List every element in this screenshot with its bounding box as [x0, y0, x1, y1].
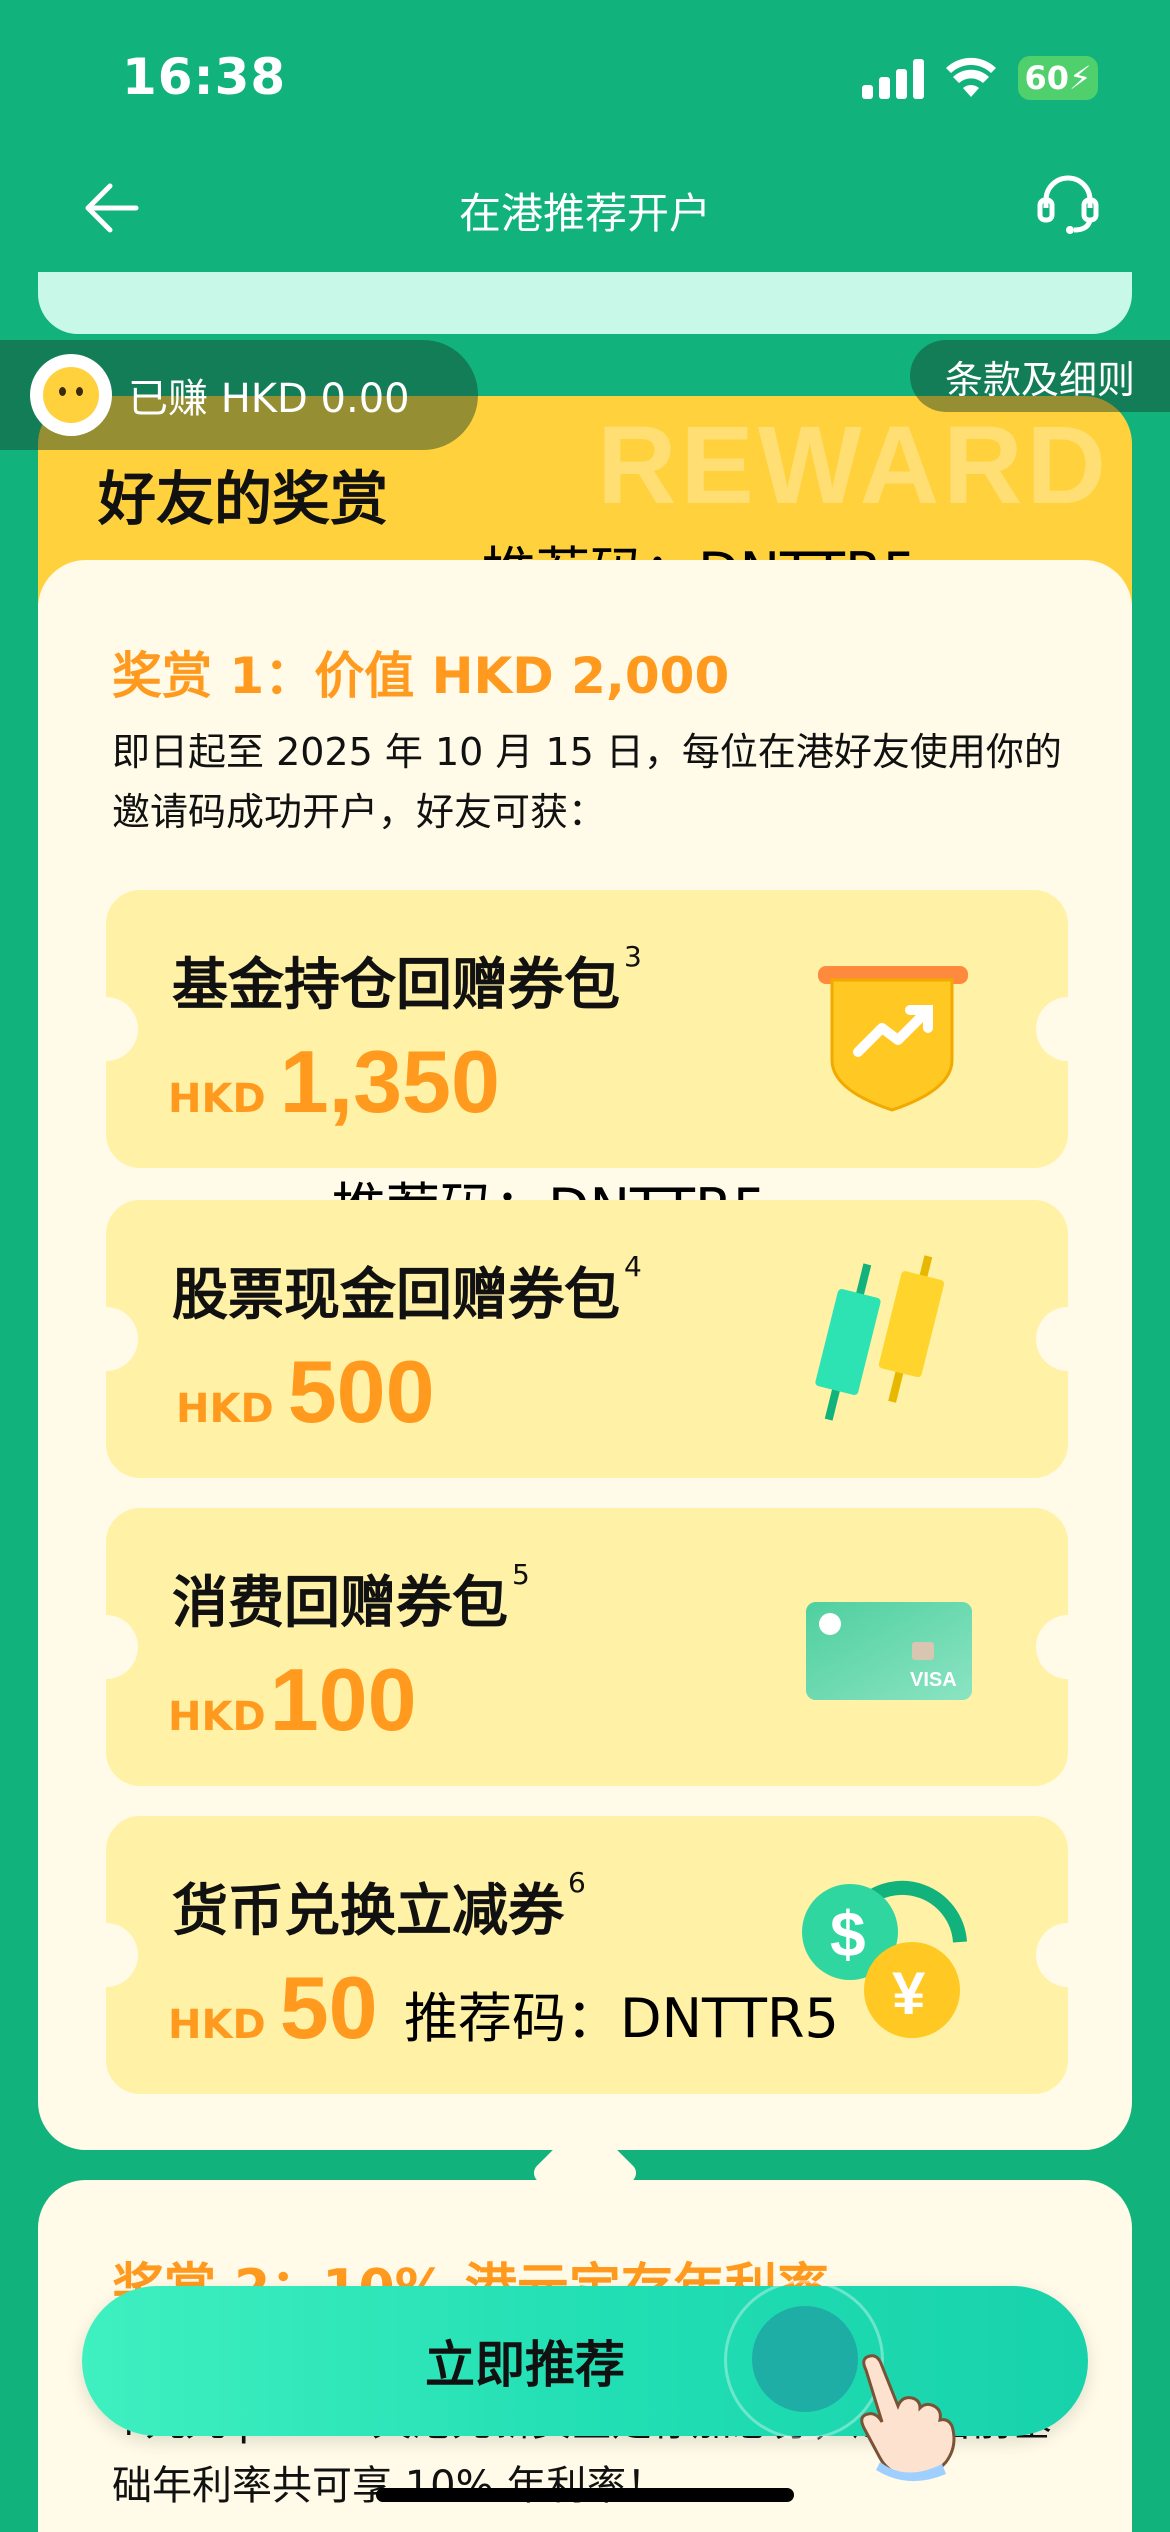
- coupon-title: 货币兑换立减券 6: [172, 1866, 586, 1944]
- coupon-title: 股票现金回赠券包 4: [172, 1250, 642, 1328]
- coupon-value: HKD 1,350: [168, 1038, 500, 1126]
- top-banner-strip: [38, 272, 1132, 334]
- charging-bolt-icon: ⚡: [1069, 59, 1092, 97]
- terms-and-conditions-link[interactable]: 条款及细则: [910, 340, 1170, 412]
- coupon-card: 基金持仓回赠券包 3 HKD 1,350: [106, 890, 1068, 1168]
- earned-amount-pill[interactable]: 已赚 HKD 0.00: [0, 340, 478, 450]
- coupon-currency: HKD: [168, 1694, 266, 1740]
- coupon-amount: 100: [269, 1650, 417, 1749]
- referral-code-label: 推荐码：DNTTR5: [404, 1987, 839, 2050]
- coupon-card: 股票现金回赠券包 4 HKD 500: [106, 1200, 1068, 1478]
- footnote-marker: 4: [624, 1250, 642, 1283]
- coupon-currency: HKD: [168, 1076, 266, 1122]
- visa-card-icon: VISA: [806, 1602, 972, 1700]
- coupon-card: 消费回赠券包 5 HKD 100 VISA: [106, 1508, 1068, 1786]
- battery-indicator: 60 ⚡: [1018, 56, 1098, 100]
- coupon-amount: 50: [279, 1958, 378, 2057]
- footnote-marker: 5: [512, 1558, 530, 1591]
- coupon-amount: 500: [287, 1342, 435, 1441]
- coupon-title: 基金持仓回赠券包 3: [172, 940, 642, 1018]
- home-indicator: [376, 2488, 794, 2502]
- tap-ripple-inner: [752, 2306, 858, 2412]
- earned-amount: 已赚 HKD 0.00: [128, 376, 410, 422]
- battery-level: 60: [1024, 59, 1070, 97]
- wifi-icon: [946, 57, 996, 97]
- reward-1-title: 奖赏 1：价值 HKD 2,000: [112, 647, 730, 705]
- svg-text:$: $: [830, 1898, 866, 1970]
- status-icons: 60 ⚡: [862, 56, 1098, 100]
- coupon-value: HKD 100: [168, 1656, 417, 1744]
- svg-text:¥: ¥: [892, 1960, 926, 2027]
- footnote-marker: 3: [624, 940, 642, 973]
- coupon-title: 消费回赠券包 5: [172, 1558, 530, 1636]
- stock-candles-icon: [815, 1255, 945, 1421]
- customer-service-headset-icon[interactable]: [1034, 170, 1102, 238]
- coupon-value: HKD 50: [168, 1964, 378, 2052]
- page-title: 在港推荐开户: [458, 189, 711, 238]
- fund-shield-icon: [818, 966, 968, 1112]
- mascot-icon: [43, 367, 99, 423]
- coupon-currency: HKD: [176, 1386, 274, 1432]
- coupon-currency: HKD: [168, 2002, 266, 2048]
- footnote-marker: 6: [568, 1866, 586, 1899]
- section-title: 好友的奖赏: [98, 465, 389, 533]
- reward-1-description: 即日起至 2025 年 10 月 15 日，每位在港好友使用你的邀请码成功开户，…: [112, 730, 1062, 834]
- pointing-hand-icon: [860, 2354, 956, 2482]
- refer-now-label: 立即推荐: [425, 2336, 625, 2394]
- status-time: 16:38: [122, 48, 287, 106]
- coupon-amount: 1,350: [279, 1032, 500, 1131]
- svg-text:VISA: VISA: [910, 1669, 957, 1691]
- coupon-value: HKD 500: [176, 1348, 435, 1436]
- avatar: [30, 354, 112, 436]
- cellular-signal-icon: [862, 57, 924, 99]
- reward-watermark: REWARD: [597, 404, 1110, 527]
